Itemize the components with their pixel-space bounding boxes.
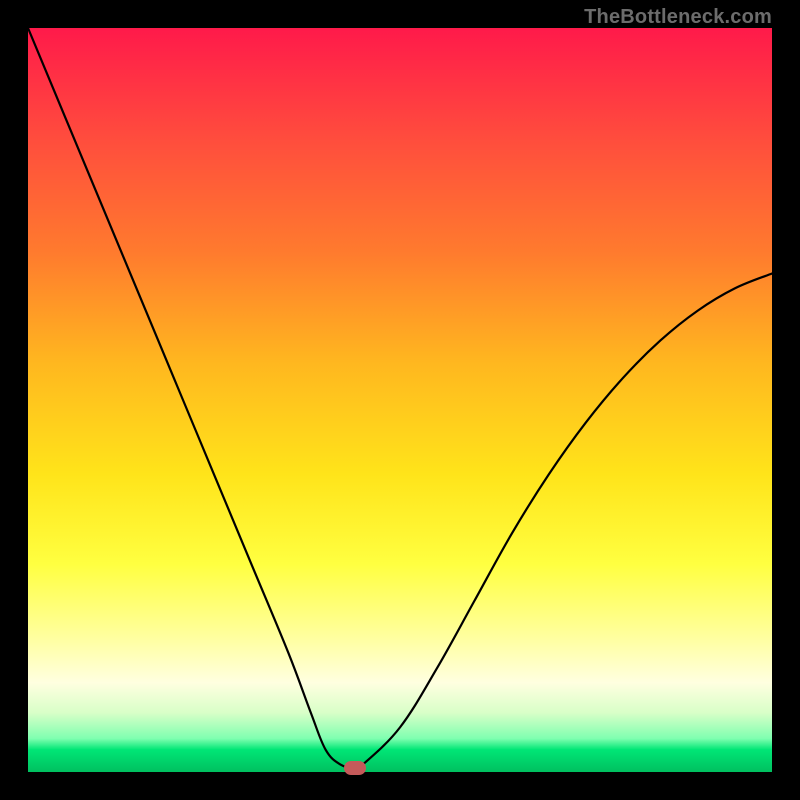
plot-area: [28, 28, 772, 772]
bottleneck-marker: [344, 761, 366, 775]
chart-frame: TheBottleneck.com: [0, 0, 800, 800]
watermark-text: TheBottleneck.com: [584, 6, 772, 29]
bottleneck-curve: [28, 28, 772, 772]
